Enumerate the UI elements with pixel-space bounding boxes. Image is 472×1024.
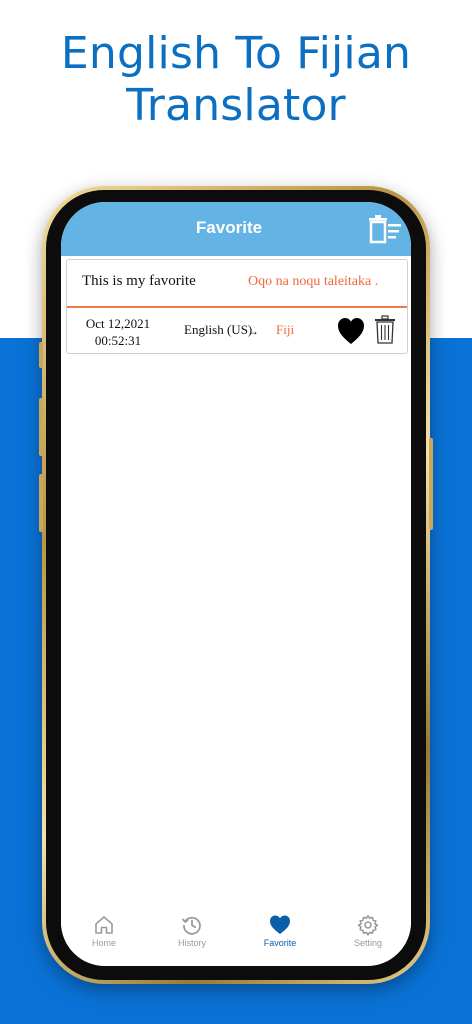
item-time: 00:52:31 <box>94 333 142 348</box>
to-language: Fiji <box>276 322 295 337</box>
tab-label-favorite: Favorite <box>263 938 297 948</box>
promo-screenshot: English To Fijian Translator Favorite Th… <box>0 0 472 1024</box>
promo-title-line1: English To Fijian <box>60 28 412 79</box>
mute-switch <box>39 342 43 368</box>
item-date: Oct 12,2021 <box>85 316 151 331</box>
tab-home[interactable]: Home <box>69 914 139 948</box>
promo-headline: English To Fijian Translator <box>0 28 472 132</box>
tab-label-history: History <box>177 938 206 948</box>
history-icon <box>181 916 201 935</box>
favorite-item[interactable]: This is my favorite Oqo na noqu taleitak… <box>66 259 408 354</box>
promo-title-line2: Translator <box>126 80 346 131</box>
phone-screen: Favorite This is my favorite Oqo na noqu… <box>61 202 411 966</box>
gear-icon <box>357 915 379 936</box>
tab-history[interactable]: History <box>157 914 227 948</box>
tab-label-home: Home <box>91 938 116 948</box>
home-icon <box>95 916 113 934</box>
tab-favorite[interactable]: Favorite <box>245 914 315 948</box>
clear-all-icon[interactable] <box>367 214 403 246</box>
volume-down-button <box>39 474 43 532</box>
arrow-right-icon: → <box>247 324 259 338</box>
source-text: This is my favorite <box>82 273 196 289</box>
power-button <box>429 438 433 530</box>
app-header: Favorite <box>61 202 411 256</box>
volume-up-button <box>39 398 43 456</box>
tab-label-setting: Setting <box>353 938 383 948</box>
tab-setting[interactable]: Setting <box>333 914 403 948</box>
page-title: Favorite <box>195 218 263 237</box>
heart-icon <box>270 915 290 934</box>
trash-icon[interactable] <box>374 315 396 345</box>
from-language: English (US) <box>184 322 253 337</box>
bottom-tab-bar: Home History Favorite Setting <box>61 906 411 966</box>
heart-icon[interactable] <box>337 316 365 346</box>
card-divider <box>67 306 407 308</box>
translated-text: Oqo na noqu taleitaka . <box>248 274 379 289</box>
